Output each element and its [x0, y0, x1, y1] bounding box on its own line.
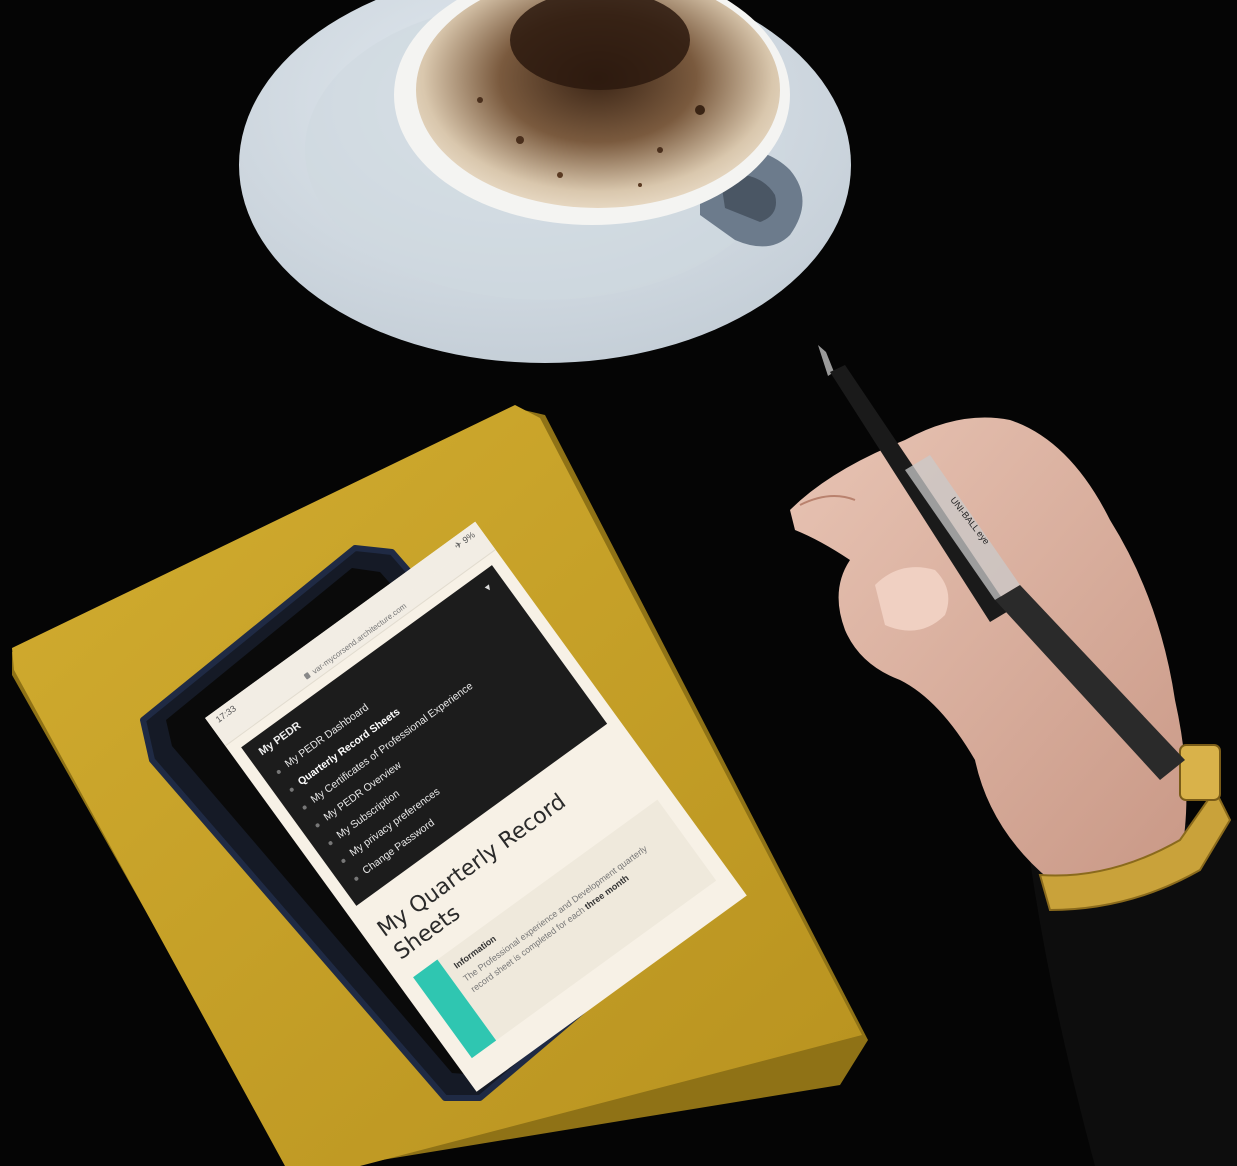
chevron-down-icon[interactable]: ▼ [481, 581, 494, 594]
hand [790, 417, 1187, 887]
scene: UNI-BALL eye [12, 0, 1237, 1166]
lock-icon [303, 671, 312, 680]
